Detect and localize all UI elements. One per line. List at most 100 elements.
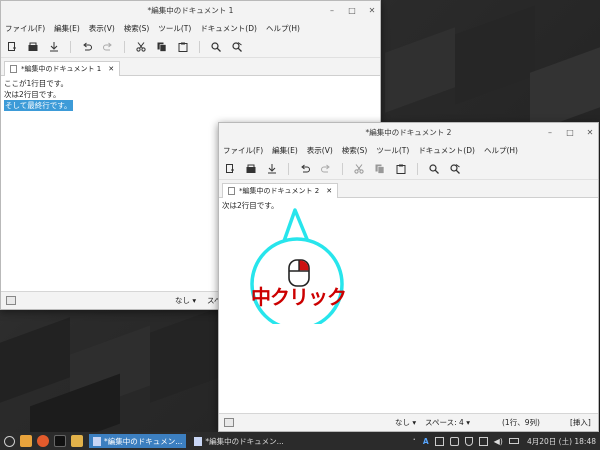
menu-documents[interactable]: ドキュメント(D)	[200, 23, 257, 34]
menu-edit[interactable]: 編集(E)	[54, 23, 80, 34]
replace-icon[interactable]	[232, 41, 242, 52]
save-icon[interactable]	[267, 163, 277, 174]
menu-documents[interactable]: ドキュメント(D)	[418, 145, 475, 156]
dropdown-arrow-icon: ▾	[466, 418, 470, 427]
new-document-icon[interactable]	[7, 41, 17, 52]
toolbar-separator	[417, 162, 418, 175]
annotation-label: 中クリック	[251, 285, 347, 309]
paste-icon[interactable]	[178, 42, 188, 52]
clock[interactable]: 4月20日 (土) 18:48	[527, 436, 596, 447]
statusbar: なし ▾ スペース: 4 ▾ (1行、9列) [挿入]	[219, 413, 598, 431]
dropdown-arrow-icon: ▾	[192, 296, 197, 305]
keyboard-icon[interactable]	[434, 436, 444, 446]
menu-file[interactable]: ファイル(F)	[5, 23, 45, 34]
menu-search[interactable]: 検索(S)	[342, 145, 368, 156]
open-icon[interactable]	[246, 164, 256, 174]
cursor-position: (1行、9列)	[502, 418, 540, 427]
menu-view[interactable]: 表示(V)	[89, 23, 115, 34]
tab-close-icon[interactable]: ✕	[108, 65, 114, 73]
tab-label: *編集中のドキュメント 1	[21, 65, 102, 73]
document-tabbar: *編集中のドキュメント 2 ✕	[219, 180, 598, 198]
highlight-mode-selector[interactable]: なし ▾	[175, 295, 196, 306]
system-tray: ᛫ A ◀) 4月20日 (土) 18:48	[411, 432, 596, 450]
maximize-icon[interactable]: □	[348, 6, 356, 15]
app-menu-icon[interactable]	[4, 435, 15, 447]
document-tabbar: *編集中のドキュメント 1 ✕	[1, 58, 380, 76]
editor-app-icon	[93, 436, 101, 446]
toolbar	[219, 158, 598, 180]
search-icon[interactable]	[211, 41, 221, 52]
tab-close-icon[interactable]: ✕	[326, 187, 332, 195]
menu-search[interactable]: 検索(S)	[124, 23, 150, 34]
battery-icon[interactable]	[508, 438, 519, 444]
mouse-icon	[288, 259, 310, 287]
tab-label: *編集中のドキュメント 2	[239, 187, 320, 195]
network-icon[interactable]	[478, 436, 488, 446]
update-icon[interactable]	[449, 436, 459, 446]
editor-line-selected: そして最終行です。	[4, 100, 73, 111]
redo-icon[interactable]	[103, 42, 113, 52]
taskbar: *編集中のドキュメン... *編集中のドキュメン... ᛫ A ◀) 4月20日…	[0, 432, 600, 450]
document-icon	[228, 187, 235, 195]
new-document-icon[interactable]	[225, 163, 235, 174]
toolbar-separator	[199, 40, 200, 53]
cut-icon[interactable]	[136, 41, 146, 52]
volume-icon[interactable]: ◀)	[494, 437, 503, 446]
terminal-icon[interactable]	[54, 435, 66, 447]
taskbar-window-1[interactable]: *編集中のドキュメン...	[89, 434, 187, 448]
save-icon[interactable]	[49, 41, 59, 52]
menu-edit[interactable]: 編集(E)	[272, 145, 298, 156]
toolbar	[1, 36, 380, 58]
menu-tools[interactable]: ツール(T)	[376, 145, 409, 156]
copy-icon[interactable]	[157, 42, 167, 52]
window-titlebar[interactable]: *編集中のドキュメント 2 – □ ✕	[219, 123, 598, 142]
shield-icon[interactable]	[464, 436, 473, 446]
minimize-icon[interactable]: –	[328, 6, 336, 15]
window-titlebar[interactable]: *編集中のドキュメント 1 – □ ✕	[1, 1, 380, 20]
paste-icon[interactable]	[396, 164, 406, 174]
toolbar-separator	[124, 40, 125, 53]
maximize-icon[interactable]: □	[566, 128, 574, 137]
search-icon[interactable]	[429, 163, 439, 174]
document-tab[interactable]: *編集中のドキュメント 1 ✕	[4, 61, 121, 76]
folder-icon[interactable]	[71, 435, 83, 447]
replace-icon[interactable]	[450, 163, 460, 174]
menu-file[interactable]: ファイル(F)	[223, 145, 263, 156]
taskbar-window-2[interactable]: *編集中のドキュメン...	[190, 434, 287, 448]
insert-mode: [挿入]	[570, 418, 591, 427]
menu-tools[interactable]: ツール(T)	[158, 23, 191, 34]
undo-icon[interactable]	[82, 42, 92, 52]
copy-icon[interactable]	[375, 164, 385, 174]
document-tab[interactable]: *編集中のドキュメント 2 ✕	[222, 183, 339, 198]
tab-width-selector[interactable]: スペース: 4 ▾	[425, 417, 470, 428]
side-panel-toggle[interactable]	[224, 418, 234, 427]
toolbar-separator	[288, 162, 289, 175]
editor-window-2: *編集中のドキュメント 2 – □ ✕ ファイル(F) 編集(E) 表示(V) …	[218, 122, 599, 432]
close-icon[interactable]: ✕	[368, 6, 376, 15]
redo-icon[interactable]	[321, 164, 331, 174]
cut-icon[interactable]	[354, 163, 364, 174]
highlight-mode-selector[interactable]: なし ▾	[395, 417, 416, 428]
browser-icon[interactable]	[37, 435, 49, 447]
close-icon[interactable]: ✕	[586, 128, 594, 137]
side-panel-toggle[interactable]	[6, 296, 16, 305]
minimize-icon[interactable]: –	[546, 128, 554, 137]
menu-view[interactable]: 表示(V)	[307, 145, 333, 156]
menu-help[interactable]: ヘルプ(H)	[266, 23, 300, 34]
toolbar-separator	[342, 162, 343, 175]
window-title: *編集中のドキュメント 1	[147, 6, 234, 15]
menubar: ファイル(F) 編集(E) 表示(V) 検索(S) ツール(T) ドキュメント(…	[1, 20, 380, 36]
window-title: *編集中のドキュメント 2	[365, 128, 452, 137]
file-manager-icon[interactable]	[20, 435, 32, 447]
editor-line: 次は2行目です。	[4, 90, 61, 99]
editor-line: ここが1行目です。	[4, 79, 69, 88]
text-editor[interactable]: 次は2行目です。 中クリック	[219, 198, 598, 408]
bluetooth-icon[interactable]: ᛫	[411, 436, 416, 446]
toolbar-separator	[70, 40, 71, 53]
menu-help[interactable]: ヘルプ(H)	[484, 145, 518, 156]
menubar: ファイル(F) 編集(E) 表示(V) 検索(S) ツール(T) ドキュメント(…	[219, 142, 598, 158]
ime-indicator[interactable]: A	[423, 437, 429, 446]
editor-app-icon	[194, 436, 203, 446]
open-icon[interactable]	[28, 42, 38, 52]
undo-icon[interactable]	[300, 164, 310, 174]
